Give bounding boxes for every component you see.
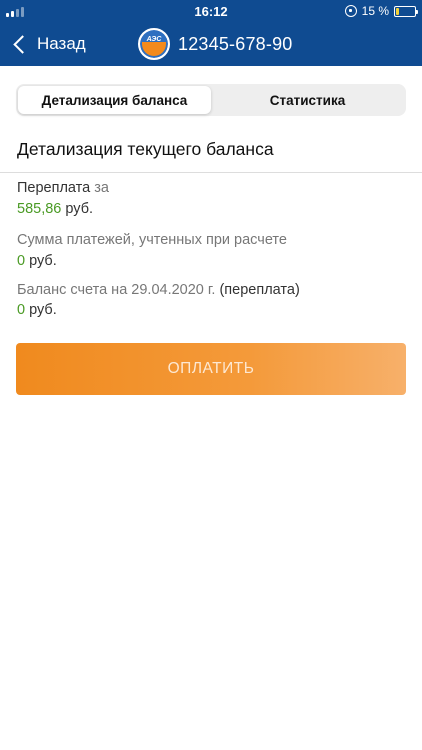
pay-button[interactable]: ОПЛАТИТЬ xyxy=(16,343,406,395)
status-right: 15 % xyxy=(344,4,418,18)
logo-text: АЭС xyxy=(146,36,162,43)
overpayment-label: Переплата за xyxy=(17,180,109,196)
status-bar: 16:12 15 % xyxy=(0,0,422,22)
account-header: АЭС 12345-678-90 xyxy=(138,28,293,60)
row-label-suffix: за xyxy=(94,180,109,196)
row-unit: руб. xyxy=(29,253,57,269)
row-unit: руб. xyxy=(29,302,57,318)
back-label: Назад xyxy=(37,34,86,53)
row-amount: 585,86 xyxy=(17,201,62,217)
tab-balance-details[interactable]: Детализация баланса xyxy=(18,86,211,114)
company-logo: АЭС xyxy=(138,28,170,60)
section-title: Детализация текущего баланса xyxy=(17,139,274,159)
chevron-left-icon xyxy=(13,34,32,54)
row-amount: 0 xyxy=(17,302,26,318)
battery-fill xyxy=(396,7,399,15)
overpayment-value: 585,86 руб. xyxy=(17,201,93,217)
battery-icon xyxy=(394,5,418,17)
payments-sum-value: 0 руб. xyxy=(17,253,57,269)
row-label-suffix: (переплата) xyxy=(219,282,300,298)
tab-statistics[interactable]: Статистика xyxy=(211,86,404,114)
nav-bar: Назад АЭС 12345-678-90 xyxy=(0,22,422,66)
app-header: 16:12 15 % Назад АЭС 12345-678-90 xyxy=(0,0,422,66)
row-amount: 0 xyxy=(17,253,26,269)
payments-sum-label: Сумма платежей, учтенных при расчете xyxy=(17,232,287,248)
segmented-control: Детализация баланса Статистика xyxy=(16,84,406,116)
account-number: 12345-678-90 xyxy=(178,33,293,54)
row-label: Сумма платежей, учтенных при расчете xyxy=(17,232,287,248)
row-label: Баланс счета на 29.04.2020 г. xyxy=(17,282,216,298)
row-label: Переплата xyxy=(17,180,91,196)
account-balance-label: Баланс счета на 29.04.2020 г. (переплата… xyxy=(17,282,300,298)
divider xyxy=(0,172,422,173)
back-button[interactable]: Назад xyxy=(10,30,86,58)
account-balance-value: 0 руб. xyxy=(17,302,57,318)
orientation-lock-icon xyxy=(344,5,357,17)
row-unit: руб. xyxy=(65,201,94,217)
battery-percent: 15 % xyxy=(361,4,389,18)
